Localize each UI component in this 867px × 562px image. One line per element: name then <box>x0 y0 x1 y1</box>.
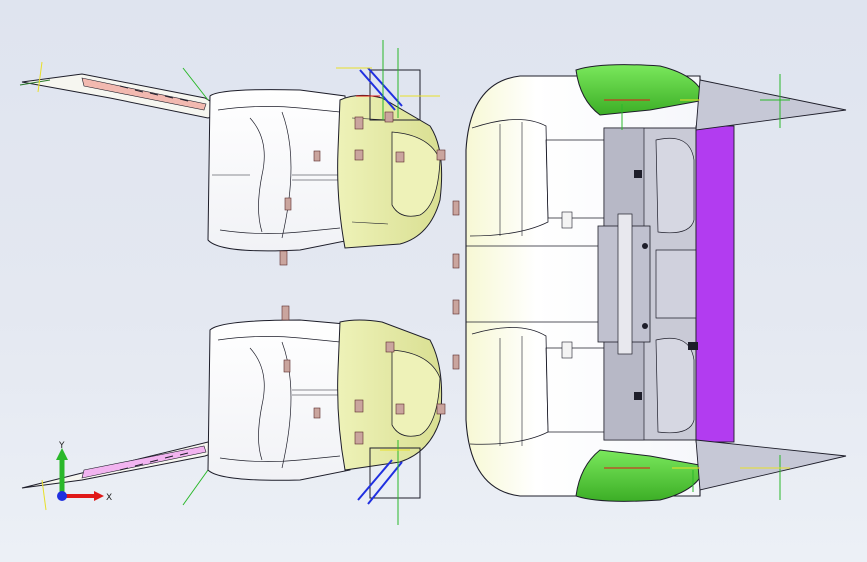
front-seat-left-top[interactable] <box>19 40 446 266</box>
wing-panel-bottom[interactable] <box>695 439 847 491</box>
y-axis-label: Y <box>58 441 65 451</box>
x-axis-arrowhead <box>94 491 104 501</box>
side-trim-panel-top[interactable] <box>21 73 230 119</box>
middle-tag-markers <box>452 200 460 370</box>
wing-panel-top[interactable] <box>695 79 847 131</box>
seat-back-shell-bottom[interactable] <box>207 319 351 481</box>
seat-back-shell-top[interactable] <box>207 89 351 252</box>
cad-3d-viewport[interactable]: Y X <box>0 0 867 562</box>
purple-rear-panel[interactable] <box>695 125 735 443</box>
coordinate-triad: Y X <box>30 440 120 520</box>
seat-assembly-model[interactable] <box>0 0 867 562</box>
z-axis-dot <box>57 491 67 501</box>
x-axis-label: X <box>106 493 112 503</box>
rear-frame-structure[interactable] <box>597 127 701 441</box>
rear-bench-assembly[interactable] <box>465 64 847 502</box>
